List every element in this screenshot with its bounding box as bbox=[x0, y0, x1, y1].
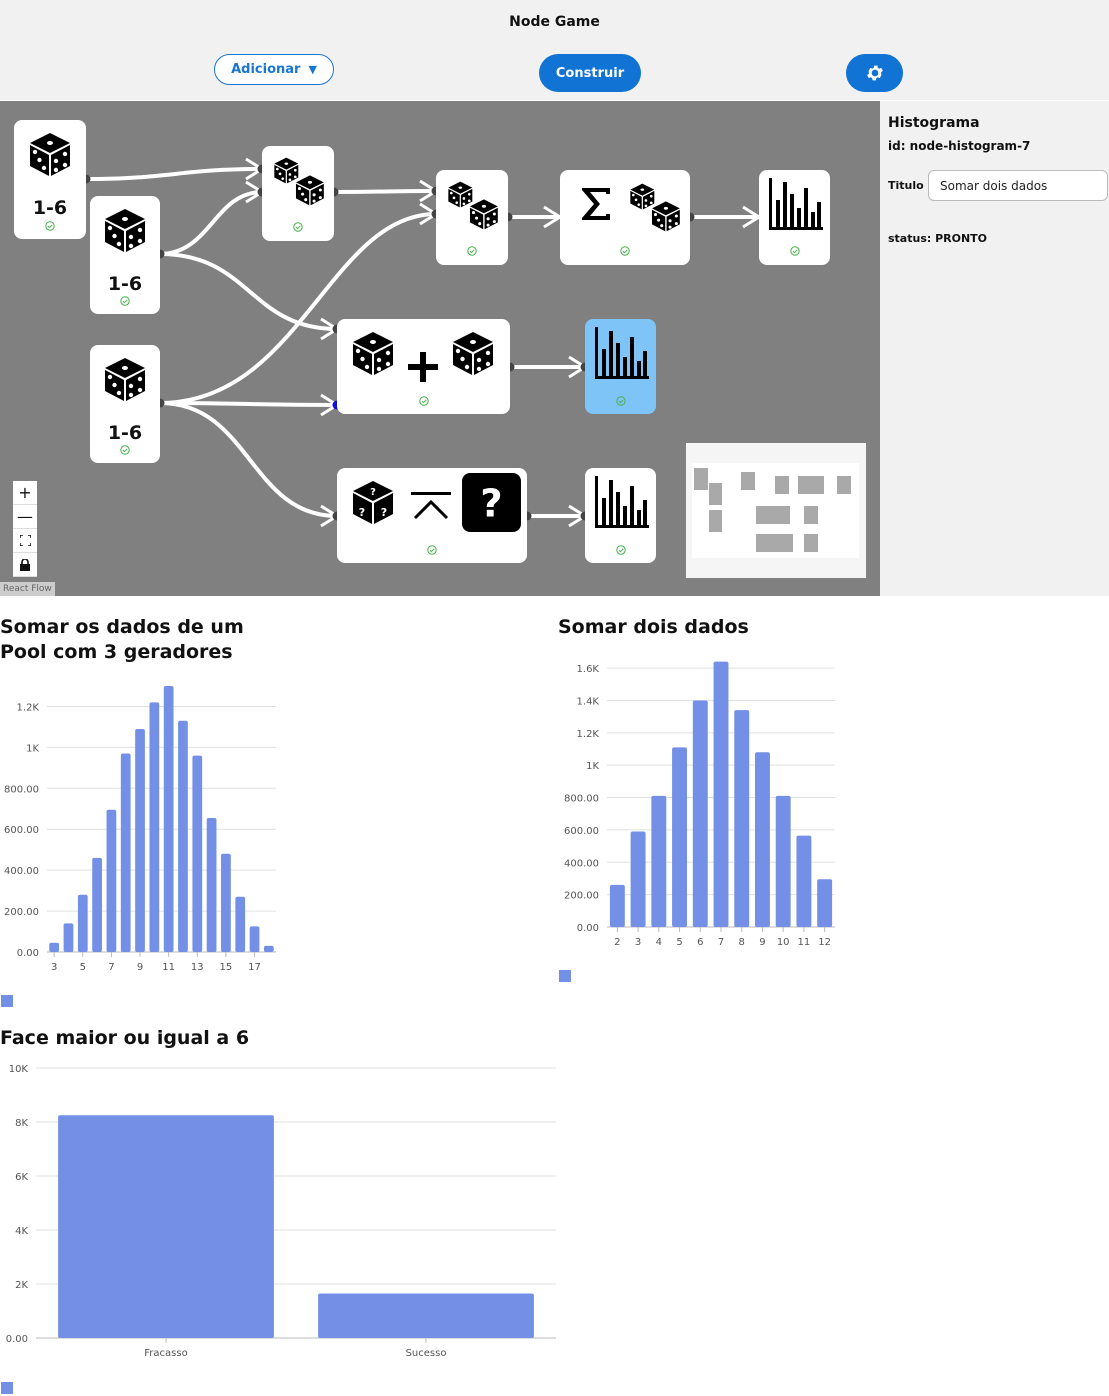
bar-4 bbox=[651, 795, 667, 927]
y-tick-label: 0.00 bbox=[17, 948, 39, 959]
x-tick-label: 11 bbox=[798, 937, 811, 948]
bar-12 bbox=[178, 720, 188, 952]
bar-14 bbox=[206, 817, 217, 952]
y-tick-label: 1.6K bbox=[577, 664, 600, 675]
y-tick-label: 8K bbox=[15, 1118, 28, 1129]
y-tick-label: 1.2K bbox=[17, 702, 40, 713]
bar-12 bbox=[817, 879, 833, 927]
legend-swatch-face[interactable] bbox=[1, 1382, 13, 1394]
legend-swatch-dois[interactable] bbox=[559, 970, 571, 982]
bar-2 bbox=[609, 884, 625, 927]
bar-8 bbox=[734, 710, 750, 927]
bar-5 bbox=[672, 747, 688, 927]
bar-9 bbox=[754, 752, 770, 927]
bar-17 bbox=[249, 926, 260, 952]
x-tick-label: 6 bbox=[697, 937, 703, 948]
y-tick-label: 1K bbox=[26, 743, 39, 754]
bar-5 bbox=[77, 894, 88, 952]
y-tick-label: 400.00 bbox=[4, 866, 39, 877]
x-tick-label: 5 bbox=[676, 937, 682, 948]
y-tick-label: 0.00 bbox=[6, 1334, 28, 1345]
x-tick-label: 4 bbox=[656, 937, 662, 948]
y-tick-label: 400.00 bbox=[564, 858, 599, 869]
x-tick-label: 9 bbox=[137, 962, 143, 973]
x-tick-label: 10 bbox=[777, 937, 790, 948]
bar-10 bbox=[775, 795, 791, 927]
x-tick-label: 15 bbox=[220, 962, 233, 973]
y-tick-label: 800.00 bbox=[4, 784, 39, 795]
y-tick-label: 200.00 bbox=[4, 907, 39, 918]
y-tick-label: 1.4K bbox=[577, 696, 600, 707]
y-tick-label: 600.00 bbox=[4, 825, 39, 836]
y-tick-label: 1K bbox=[586, 761, 599, 772]
bar-7 bbox=[106, 809, 117, 952]
bar-6 bbox=[92, 857, 102, 952]
x-tick-label: 8 bbox=[739, 937, 745, 948]
y-tick-label: 1.2K bbox=[577, 729, 600, 740]
x-tick-label: 9 bbox=[759, 937, 765, 948]
x-tick-label: 11 bbox=[162, 962, 175, 973]
x-tick-label: 2 bbox=[614, 937, 620, 948]
bar-18 bbox=[263, 945, 274, 952]
bar-15 bbox=[221, 853, 231, 952]
x-tick-label: 13 bbox=[191, 962, 204, 973]
bar-11 bbox=[796, 835, 812, 927]
x-tick-label: 17 bbox=[248, 962, 261, 973]
bar-11 bbox=[163, 686, 174, 952]
x-tick-label: 7 bbox=[718, 937, 724, 948]
legend-swatch-pool[interactable] bbox=[1, 995, 13, 1007]
bar-7 bbox=[713, 661, 729, 927]
y-tick-label: 800.00 bbox=[564, 794, 599, 805]
y-tick-label: 4K bbox=[15, 1226, 28, 1237]
bar-10 bbox=[149, 702, 160, 952]
y-tick-label: 2K bbox=[15, 1280, 28, 1291]
bar-3 bbox=[49, 942, 60, 952]
bar-Sucesso bbox=[318, 1293, 534, 1338]
bar-4 bbox=[63, 923, 74, 952]
y-tick-label: 0.00 bbox=[577, 923, 599, 934]
y-tick-label: 10K bbox=[9, 1064, 29, 1075]
x-tick-label: 12 bbox=[818, 937, 831, 948]
y-tick-label: 200.00 bbox=[564, 891, 599, 902]
bar-13 bbox=[192, 755, 203, 952]
bar-8 bbox=[120, 753, 131, 952]
x-tick-label: Sucesso bbox=[406, 1348, 447, 1359]
x-tick-label: 7 bbox=[108, 962, 114, 973]
bar-Fracasso bbox=[58, 1115, 274, 1338]
y-tick-label: 600.00 bbox=[564, 826, 599, 837]
y-tick-label: 6K bbox=[15, 1172, 28, 1183]
x-tick-label: 3 bbox=[51, 962, 57, 973]
x-tick-label: 3 bbox=[635, 937, 641, 948]
x-tick-label: Fracasso bbox=[144, 1348, 187, 1359]
bar-3 bbox=[630, 831, 646, 927]
x-tick-label: 5 bbox=[80, 962, 86, 973]
charts-layer: 0.00 200.00 400.00 600.00 800.00 1K 1.2K 3 5 7 9 11… bbox=[4, 661, 835, 1359]
bar-16 bbox=[235, 896, 246, 952]
bar-9 bbox=[135, 728, 145, 952]
bar-6 bbox=[692, 700, 708, 927]
